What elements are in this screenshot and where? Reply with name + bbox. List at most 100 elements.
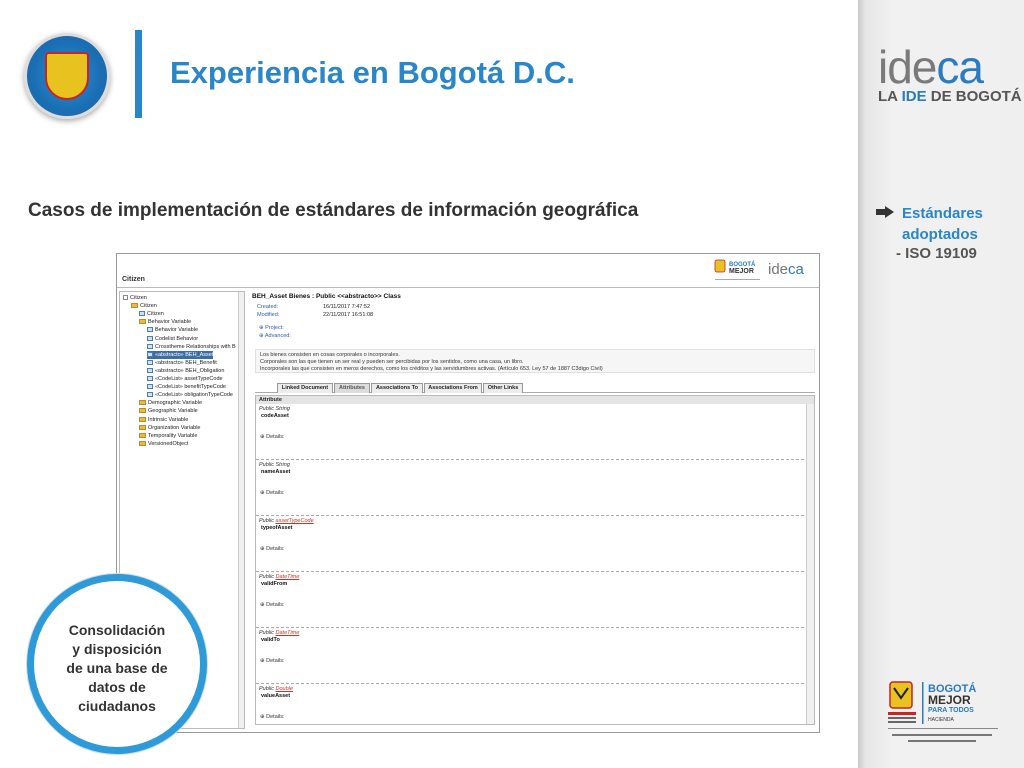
tree-item[interactable]: «abstracto» BEH_Benefit bbox=[147, 359, 217, 367]
tab-other-links[interactable]: Other Links bbox=[483, 383, 523, 393]
ideca-sub-b: IDE bbox=[901, 88, 927, 105]
tree-scrollbar[interactable] bbox=[238, 292, 244, 728]
attribute-type: Public Double bbox=[259, 686, 293, 693]
tree-item[interactable]: Temporality Variable bbox=[139, 432, 197, 440]
detail-tabs: Linked Document Attributes Associations … bbox=[255, 383, 815, 393]
tree-item-label: Demographic Variable bbox=[148, 400, 203, 407]
details-toggle[interactable]: ⊕ Details: bbox=[260, 490, 284, 497]
tab-attributes[interactable]: Attributes bbox=[334, 383, 370, 393]
tree-item-label: Behavior Variable bbox=[155, 327, 199, 334]
details-label: Details: bbox=[266, 434, 285, 440]
class-heading: BEH_Asset Bienes : Public <<abstracto>> … bbox=[252, 293, 401, 300]
tree-item[interactable]: Citizen bbox=[139, 310, 164, 318]
project-label: Project: bbox=[265, 325, 284, 331]
tree-item[interactable]: Crossthemе Relationships with B bbox=[147, 343, 236, 351]
tree-item[interactable]: Behavior Variable bbox=[139, 318, 191, 326]
attribute-row: Public String codeAsset ⊕ Details: bbox=[256, 404, 804, 460]
attribute-row: Public assetTypeCode typeofAsset ⊕ Details… bbox=[256, 516, 804, 572]
folder-icon bbox=[139, 400, 146, 406]
class-icon bbox=[147, 367, 153, 373]
tree-item[interactable]: Citizen bbox=[131, 302, 157, 310]
attribute-type-link[interactable]: Double bbox=[276, 686, 293, 692]
attribute-type: Public assetTypeCode bbox=[259, 518, 314, 525]
attributes-scrollbar[interactable] bbox=[806, 404, 814, 724]
tree-item[interactable]: «CodeList» assetTypeCode bbox=[147, 375, 223, 383]
details-label: Details: bbox=[266, 714, 285, 720]
attribute-row: Public String nameAsset ⊕ Details: bbox=[256, 460, 804, 516]
details-toggle[interactable]: ⊕ Details: bbox=[260, 714, 284, 721]
attribute-name: typeofAsset bbox=[261, 525, 293, 531]
desc-line-1: Los bienes consisten en cosas corporales… bbox=[260, 352, 400, 358]
attribute-type-link[interactable]: assetTypeCode bbox=[276, 518, 314, 524]
attribute-row: Public Double valueAsset ⊕ Details: bbox=[256, 684, 804, 724]
advanced-toggle[interactable]: ⊕ Advanced: bbox=[259, 333, 291, 339]
created-label: Created: bbox=[257, 304, 279, 310]
attribute-type-link[interactable]: DateTime bbox=[276, 630, 300, 636]
tree-item-label: VersionedObject bbox=[148, 440, 189, 447]
advanced-label: Advanced: bbox=[264, 333, 291, 339]
attribute-type-link[interactable]: DateTime bbox=[276, 574, 300, 580]
attribute-row: Public DateTime validFrom ⊕ Details: bbox=[256, 572, 804, 628]
folder-icon bbox=[131, 303, 138, 309]
tree-item-label: Intrinsic Variable bbox=[148, 416, 189, 423]
tree-item-label: Citizen bbox=[140, 303, 157, 310]
shield-icon bbox=[45, 52, 89, 100]
details-toggle[interactable]: ⊕ Details: bbox=[260, 658, 284, 665]
class-icon bbox=[147, 376, 153, 382]
project-toggle[interactable]: ⊕ Project: bbox=[259, 325, 284, 331]
tree-item[interactable]: Codelist Behavior bbox=[147, 335, 198, 343]
bogota-crest-logo bbox=[24, 33, 110, 119]
class-icon bbox=[147, 351, 153, 357]
tree-item[interactable]: «abstracto» BEH_Obligation bbox=[147, 367, 224, 375]
details-toggle[interactable]: ⊕ Details: bbox=[260, 434, 284, 441]
attribute-visibility: Public bbox=[259, 518, 276, 524]
tree-item[interactable]: «CodeList» benefitTypeCode bbox=[147, 383, 226, 391]
folder-icon bbox=[139, 424, 146, 430]
details-toggle[interactable]: ⊕ Details: bbox=[260, 546, 284, 553]
tree-item[interactable]: «abstracto» BEH_Asset bbox=[147, 350, 214, 359]
attribute-visibility: Public bbox=[259, 574, 276, 580]
callout-circle: Consolidación y disposición de una base … bbox=[27, 574, 207, 754]
tree-item[interactable]: VersionedObject bbox=[139, 440, 188, 448]
page-subtitle: Casos de implementación de estándares de… bbox=[28, 200, 639, 221]
class-icon bbox=[139, 311, 145, 317]
callout-line-3: de una base de bbox=[66, 660, 168, 676]
created-value: 16/11/2017 7:47:52 bbox=[323, 304, 370, 310]
attribute-name: codeAsset bbox=[261, 413, 289, 419]
standards-label: Estándares adoptados bbox=[902, 205, 983, 243]
ideca-sub-a: LA bbox=[878, 88, 902, 105]
tree-item-label: Behavior Variable bbox=[148, 319, 192, 326]
ideca-sub-c: DE BOGOTÁ bbox=[926, 88, 1022, 105]
tree-item[interactable]: Demographic Variable bbox=[139, 399, 202, 407]
tree-item[interactable]: Geographic Variable bbox=[139, 407, 198, 415]
folder-icon bbox=[139, 440, 146, 446]
app-title: Citizen bbox=[122, 276, 145, 283]
slide: ideca LA IDE DE BOGOTÁ Estándares adopta… bbox=[0, 0, 1024, 768]
class-description: Los bienes consisten en cosas corporales… bbox=[255, 349, 815, 373]
tree-item[interactable]: Organization Variable bbox=[139, 424, 200, 432]
tab-associations-to[interactable]: Associations To bbox=[371, 383, 423, 393]
callout-line-2: y disposición bbox=[72, 641, 162, 657]
attribute-type: Public String bbox=[259, 406, 290, 413]
svg-text:HACIENDA: HACIENDA bbox=[928, 717, 955, 723]
details-toggle[interactable]: ⊕ Details: bbox=[260, 602, 284, 609]
attribute-header: Attribute bbox=[256, 396, 814, 404]
tree-item[interactable]: «CodeList» obligationTypeCode bbox=[147, 391, 233, 399]
tab-associations-from[interactable]: Associations From bbox=[424, 383, 482, 393]
tree-item[interactable]: Behavior Variable bbox=[147, 326, 198, 334]
details-label: Details: bbox=[266, 490, 285, 496]
details-label: Details: bbox=[266, 658, 285, 664]
tab-linked-document[interactable]: Linked Document bbox=[277, 383, 333, 393]
class-icon bbox=[147, 359, 153, 365]
attribute-visibility: Public bbox=[259, 630, 276, 636]
tree-item[interactable]: Intrinsic Variable bbox=[139, 416, 188, 424]
svg-text:MEJOR: MEJOR bbox=[928, 693, 971, 707]
tree-item-label: «abstracto» BEH_Benefit bbox=[155, 359, 217, 366]
attributes-list: Attribute Public String codeAsset ⊕ Detail… bbox=[255, 395, 815, 725]
class-icon bbox=[147, 343, 153, 349]
tree-item[interactable]: Citizen bbox=[123, 294, 147, 302]
callout-line-1: Consolidación bbox=[68, 622, 166, 638]
desc-line-2: Corporales son las que tienen un ser rea… bbox=[260, 359, 524, 365]
folder-icon bbox=[139, 432, 146, 438]
class-detail-panel: BEH_Asset Bienes : Public <<abstracto>> … bbox=[249, 291, 817, 729]
